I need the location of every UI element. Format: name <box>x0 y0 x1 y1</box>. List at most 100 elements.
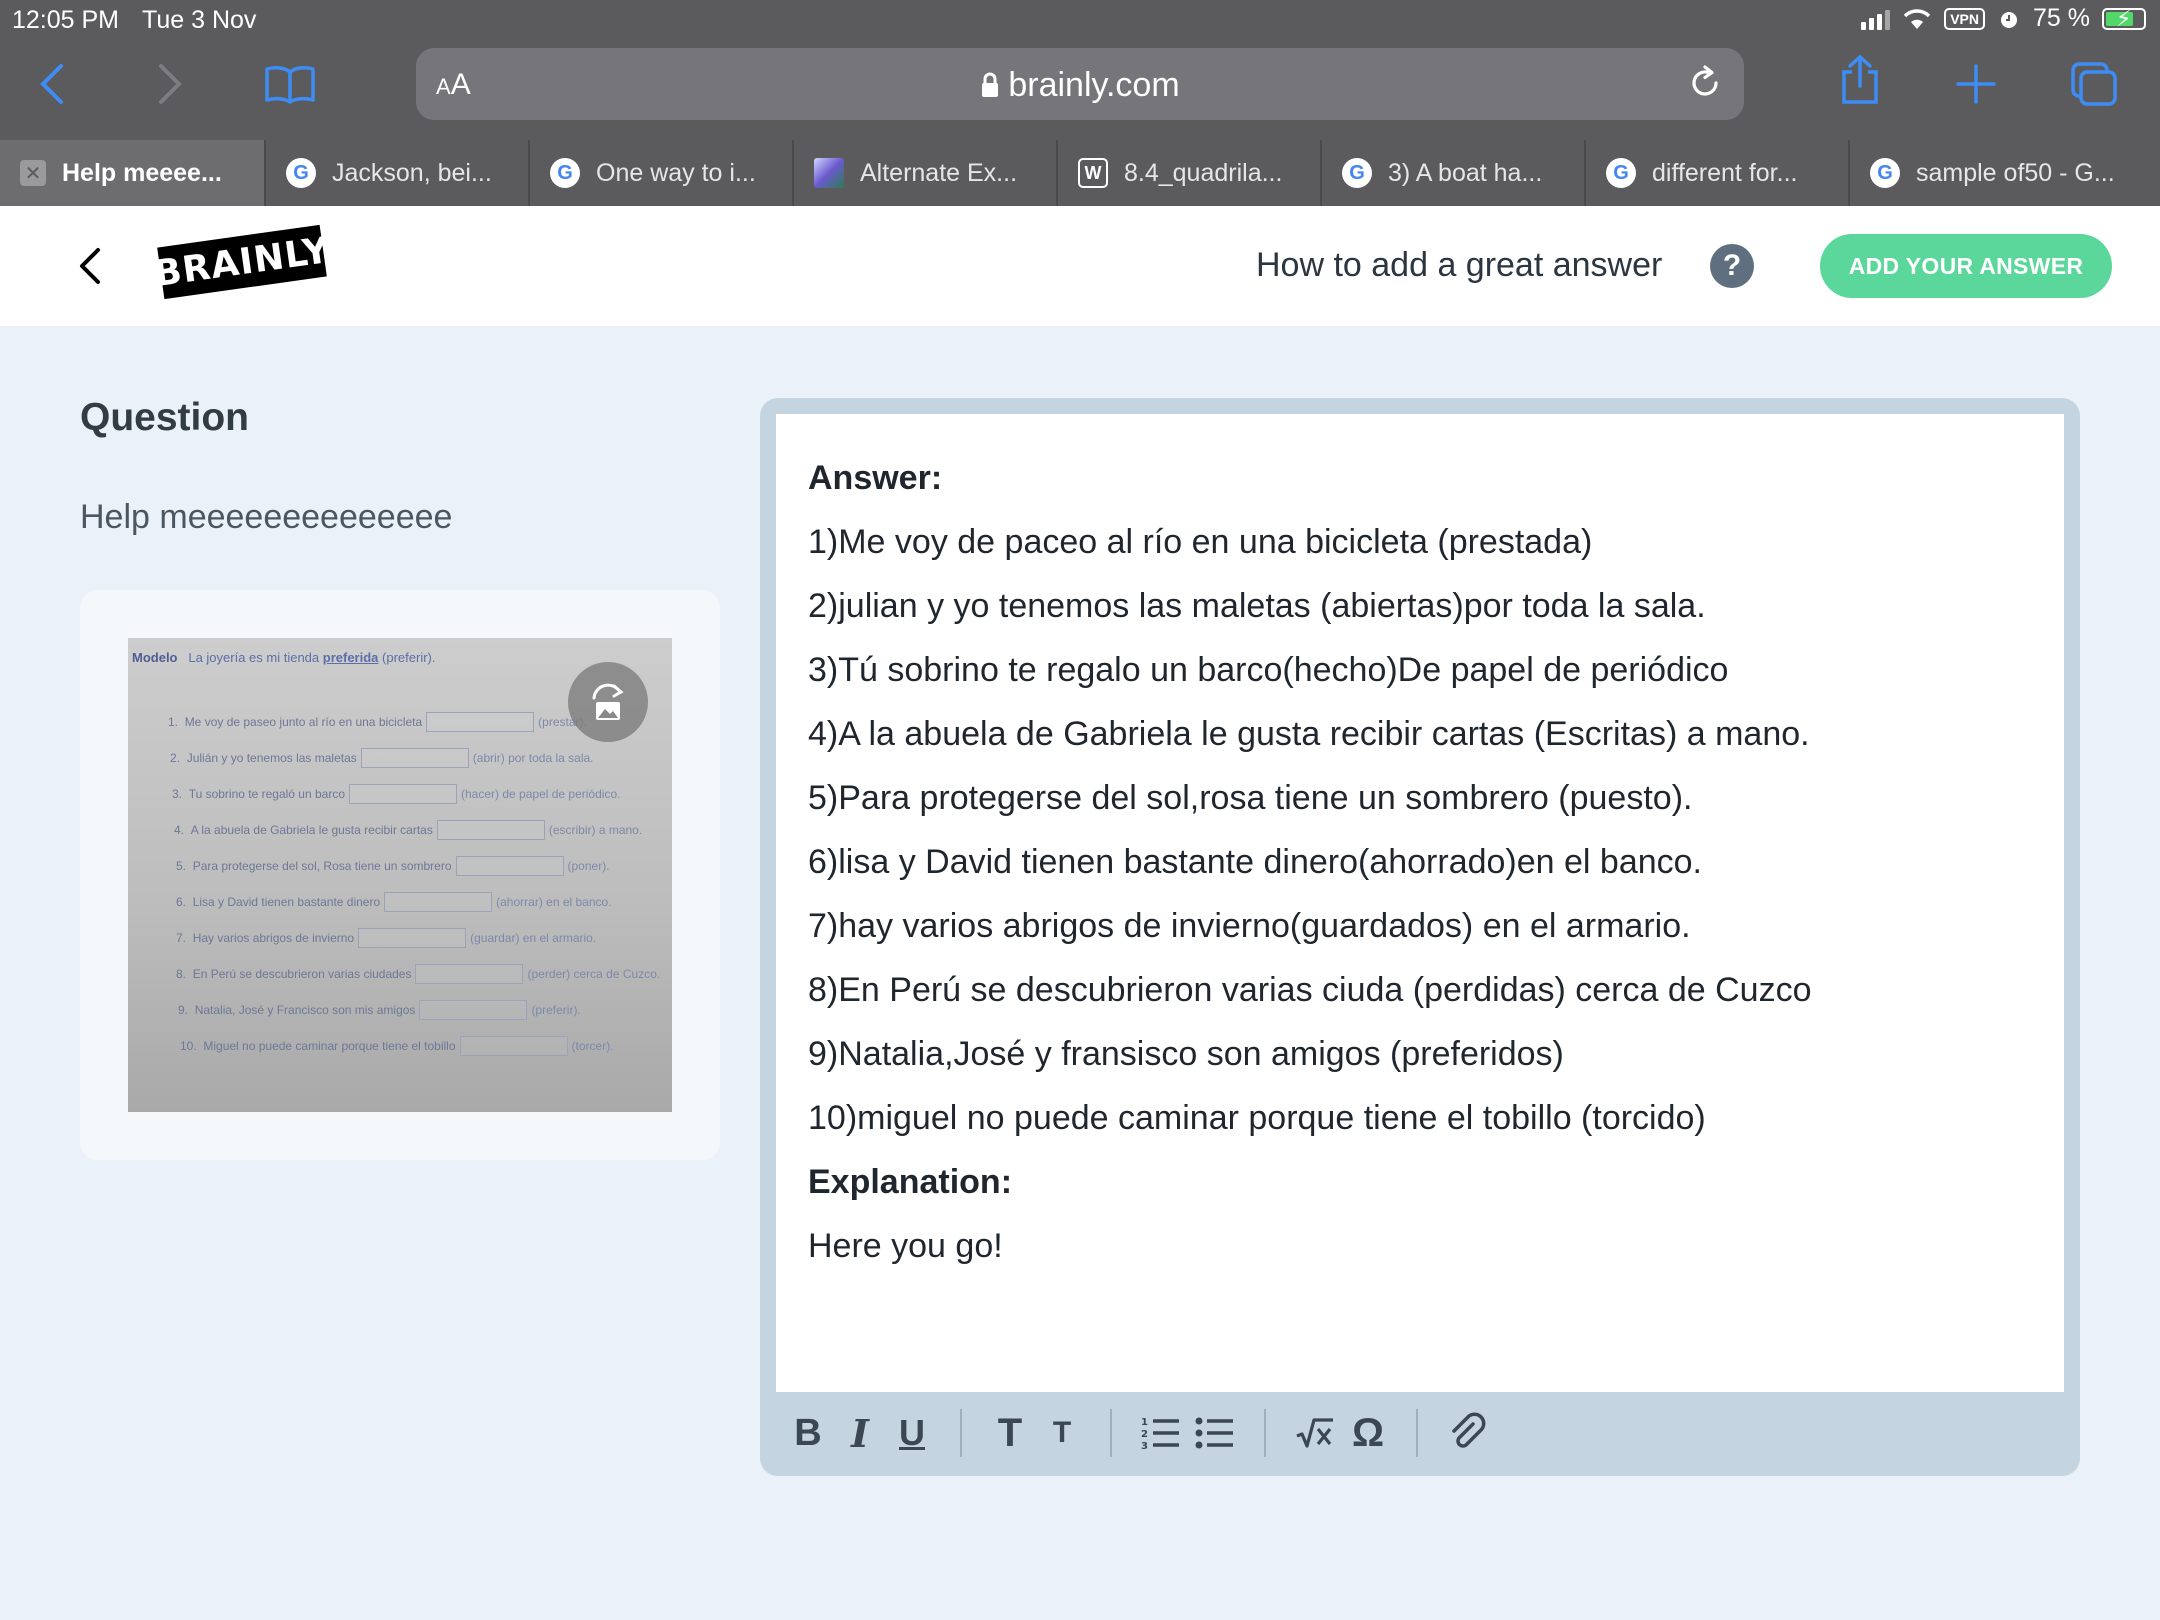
google-icon: G <box>286 158 316 188</box>
add-your-answer-button[interactable]: ADD YOUR ANSWER <box>1820 234 2112 298</box>
photo-row: 2. Julián y yo tenemos las maletas (abrir… <box>170 748 594 768</box>
address-bar[interactable]: AA brainly.com <box>416 48 1744 120</box>
row-blank <box>415 964 524 984</box>
toolbar-divider <box>1264 1409 1266 1457</box>
row-num: 9. <box>178 1003 189 1017</box>
explanation-text: Here you go! <box>808 1227 1003 1265</box>
row-text: Miguel no puede caminar porque tiene el … <box>203 1039 456 1053</box>
book-icon <box>265 66 315 104</box>
tab-overview-button[interactable] <box>2066 56 2122 112</box>
row-verb: (guardar) en el armario. <box>470 931 597 945</box>
photo-row: 1. Me voy de paseo junto al río en una b… <box>168 712 587 732</box>
browser-tab-6[interactable]: G 3) A boat ha... <box>1320 140 1584 206</box>
row-blank <box>459 1036 568 1056</box>
chevron-left-icon <box>40 64 63 104</box>
heading-large-button[interactable]: T <box>984 1404 1036 1462</box>
close-tab-icon[interactable]: ✕ <box>20 160 46 186</box>
italic-button[interactable]: I <box>834 1404 886 1462</box>
brainly-header: BRAINLY How to add a great answer ? ADD … <box>0 206 2160 326</box>
page-back-button[interactable] <box>70 244 110 288</box>
question-attachment-card: Modelo La joyería es mi tienda preferida… <box>80 590 720 1160</box>
svg-text:3: 3 <box>1141 1441 1148 1451</box>
browser-tab-4[interactable]: Alternate Ex... <box>792 140 1056 206</box>
row-blank <box>426 712 535 732</box>
question-photo[interactable]: Modelo La joyería es mi tienda preferida… <box>128 638 672 1112</box>
row-num: 5. <box>176 859 187 873</box>
tab-label: Jackson, bei... <box>332 158 492 187</box>
explanation-heading: Explanation: <box>808 1163 1013 1201</box>
svg-text:1: 1 <box>1141 1417 1148 1428</box>
alarm-icon <box>2001 11 2018 28</box>
row-blank <box>384 892 493 912</box>
row-text: Me voy de paseo junto al río en una bici… <box>184 715 423 729</box>
answer-line: 6)lisa y David tienen bastante dinero(ah… <box>808 843 1702 881</box>
bold-button[interactable]: B <box>782 1404 834 1462</box>
browser-tab-8[interactable]: Gsample of50 - G... <box>1848 140 2160 206</box>
underline-button[interactable]: U <box>886 1404 938 1462</box>
browser-tab-7[interactable]: Gdifferent for... <box>1584 140 1848 206</box>
row-text: Natalia, José y Francisco son mis amigos <box>194 1003 416 1017</box>
row-blank <box>358 928 467 948</box>
share-button[interactable] <box>1832 52 1888 108</box>
rotate-image-icon <box>592 683 624 720</box>
row-blank <box>360 748 469 768</box>
photo-row: 3. Tu sobrino te regaló un barco (hacer) … <box>172 784 620 804</box>
answer-content: Answer: 1)Me voy de paceo al río en una … <box>808 446 2032 1278</box>
row-blank <box>455 856 564 876</box>
back-nav-button[interactable] <box>24 56 80 112</box>
toolbar-divider <box>1110 1409 1112 1457</box>
heading-small-button[interactable]: T <box>1036 1404 1088 1462</box>
row-blank <box>419 1000 528 1020</box>
bullet-list-button[interactable] <box>1188 1404 1242 1462</box>
special-symbols-button[interactable]: Ω <box>1342 1404 1394 1462</box>
row-verb: (preferir). <box>531 1003 581 1017</box>
reload-icon <box>1692 65 1718 96</box>
numbered-list-button[interactable]: 123 <box>1134 1404 1188 1462</box>
browser-tab-3[interactable]: G One way to i... <box>528 140 792 206</box>
answer-line: 3)Tú sobrino te regalo un barco(hecho)De… <box>808 651 1729 689</box>
brainly-logo[interactable]: BRAINLY <box>152 224 332 300</box>
tabs-icon <box>2071 62 2117 106</box>
question-heading: Question <box>80 396 250 439</box>
photo-row: 4. A la abuela de Gabriela le gusta reci… <box>174 820 642 840</box>
row-verb: (hacer) de papel de periódico. <box>461 787 621 801</box>
row-text: Julián y yo tenemos las maletas <box>186 751 357 765</box>
reload-button[interactable] <box>1686 64 1724 107</box>
browser-tab-2[interactable]: G Jackson, bei... <box>264 140 528 206</box>
answer-line: 9)Natalia,José y fransisco son amigos (p… <box>808 1035 1564 1073</box>
row-text: Lisa y David tienen bastante dinero <box>192 895 381 909</box>
bookmarks-button[interactable] <box>262 56 318 112</box>
rotate-image-button[interactable] <box>568 662 648 742</box>
editor-toolbar: B I U T T 123 Ω <box>776 1398 2064 1468</box>
google-icon: G <box>1342 158 1372 188</box>
modelo-verb: (preferir). <box>382 650 436 665</box>
toolbar-divider <box>960 1409 962 1457</box>
status-bar: 12:05 PM Tue 3 Nov VPN 75 % ⚡ <box>0 0 2160 40</box>
row-num: 3. <box>172 787 183 801</box>
lock-icon <box>982 72 999 97</box>
row-num: 8. <box>176 967 187 981</box>
answer-line: 4)A la abuela de Gabriela le gusta recib… <box>808 715 1810 753</box>
forward-nav-button[interactable] <box>142 56 198 112</box>
browser-tab-1[interactable]: ✕ Help meeee... <box>0 140 264 206</box>
answer-text-area[interactable]: Answer: 1)Me voy de paceo al río en una … <box>776 414 2064 1392</box>
new-tab-button[interactable] <box>1948 56 2004 112</box>
status-indicators: VPN 75 % ⚡ <box>1861 4 2146 33</box>
url-display[interactable]: brainly.com <box>416 66 1744 105</box>
help-question-icon[interactable]: ? <box>1710 244 1754 288</box>
math-formula-button[interactable] <box>1288 1404 1342 1462</box>
bullet-list-icon <box>1195 1417 1233 1449</box>
answer-line: 7)hay varios abrigos de invierno(guardad… <box>808 907 1691 945</box>
row-blank <box>349 784 458 804</box>
row-text: A la abuela de Gabriela le gusta recibir… <box>190 823 433 837</box>
browser-tab-5[interactable]: W 8.4_quadrila... <box>1056 140 1320 206</box>
browser-chrome: 12:05 PM Tue 3 Nov VPN 75 % ⚡ AA brainly… <box>0 0 2160 206</box>
vpn-badge: VPN <box>1944 7 1986 30</box>
google-icon: G <box>1606 158 1636 188</box>
google-icon: G <box>1870 158 1900 188</box>
paperclip-icon <box>1452 1412 1486 1448</box>
attach-file-button[interactable] <box>1440 1404 1496 1462</box>
how-to-answer-link[interactable]: How to add a great answer <box>1256 246 1662 285</box>
url-text: brainly.com <box>1008 66 1180 104</box>
answer-editor: Answer: 1)Me voy de paceo al río en una … <box>760 398 2080 1476</box>
